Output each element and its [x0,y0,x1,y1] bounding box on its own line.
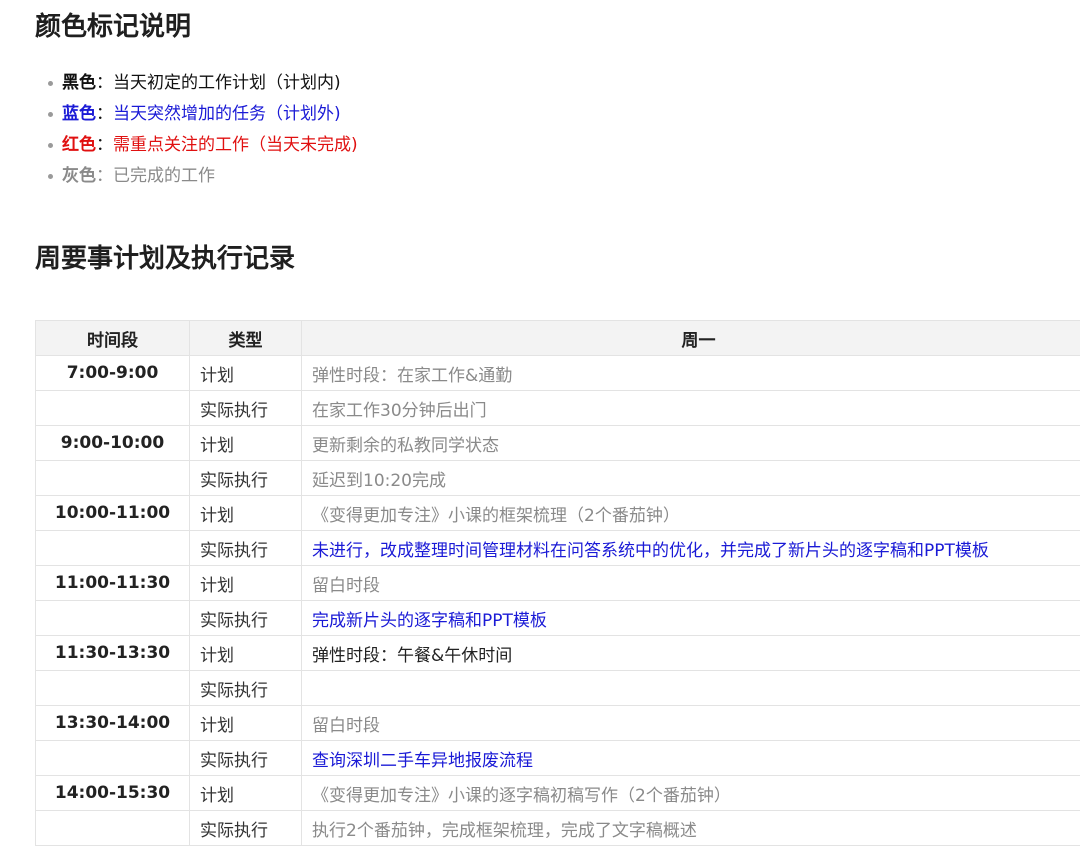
bullet-icon [48,112,53,117]
header-type: 类型 [190,321,302,356]
type-cell: 实际执行 [190,671,302,706]
monday-cell [302,671,1080,706]
table-row: 10:00-11:00计划《变得更加专注》小课的框架梳理（2个番茄钟） [36,496,1080,531]
table-row: 实际执行未进行，改成整理时间管理材料在问答系统中的优化，并完成了新片头的逐字稿和… [36,531,1080,566]
legend-description: 当天突然增加的任务（计划外) [113,104,341,124]
time-slot-cell: 10:00-11:00 [36,496,190,531]
legend-separator: ： [96,73,113,93]
table-row: 11:30-13:30计划弹性时段：午餐&午休时间 [36,636,1080,671]
monday-cell: 未进行，改成整理时间管理材料在问答系统中的优化，并完成了新片头的逐字稿和PPT模… [302,531,1080,566]
table-row: 7:00-9:00计划弹性时段：在家工作&通勤 [36,356,1080,391]
time-slot-cell [36,811,190,846]
type-cell: 计划 [190,566,302,601]
monday-cell: 延迟到10:20完成 [302,461,1080,496]
plan-table: 时间段 类型 周一 7:00-9:00计划弹性时段：在家工作&通勤实际执行在家工… [35,320,1080,846]
legend-color-name: 红色 [62,135,96,155]
monday-cell: 弹性时段：午餐&午休时间 [302,636,1080,671]
type-cell: 计划 [190,496,302,531]
table-row: 实际执行执行2个番茄钟，完成框架梳理，完成了文字稿概述 [36,811,1080,846]
table-row: 实际执行完成新片头的逐字稿和PPT模板 [36,601,1080,636]
type-cell: 计划 [190,356,302,391]
table-row: 9:00-10:00计划更新剩余的私教同学状态 [36,426,1080,461]
type-cell: 计划 [190,426,302,461]
legend-separator: ： [96,166,113,186]
bullet-icon [48,81,53,86]
monday-cell: 弹性时段：在家工作&通勤 [302,356,1080,391]
monday-cell: 完成新片头的逐字稿和PPT模板 [302,601,1080,636]
legend-description: 已完成的工作 [113,166,215,186]
legend-color-name: 灰色 [62,166,96,186]
time-slot-cell: 7:00-9:00 [36,356,190,391]
table-row: 实际执行查询深圳二手车异地报废流程 [36,741,1080,776]
type-cell: 实际执行 [190,811,302,846]
legend-separator: ： [96,135,113,155]
type-cell: 计划 [190,776,302,811]
table-row: 实际执行 [36,671,1080,706]
legend-heading: 颜色标记说明 [35,6,191,43]
time-slot-cell: 14:00-15:30 [36,776,190,811]
table-row: 14:00-15:30计划《变得更加专注》小课的逐字稿初稿写作（2个番茄钟） [36,776,1080,811]
table-row: 11:00-11:30计划留白时段 [36,566,1080,601]
plan-heading: 周要事计划及执行记录 [35,238,295,275]
legend-separator: ： [96,104,113,124]
monday-cell: 留白时段 [302,566,1080,601]
bullet-icon [48,174,53,179]
monday-cell: 《变得更加专注》小课的逐字稿初稿写作（2个番茄钟） [302,776,1080,811]
table-row: 实际执行延迟到10:20完成 [36,461,1080,496]
time-slot-cell: 11:30-13:30 [36,636,190,671]
time-slot-cell [36,391,190,426]
table-row: 13:30-14:00计划留白时段 [36,706,1080,741]
legend-item-blue: 蓝色：当天突然增加的任务（计划外) [48,100,358,131]
monday-cell: 更新剩余的私教同学状态 [302,426,1080,461]
color-legend-list: 黑色：当天初定的工作计划（计划内) 蓝色：当天突然增加的任务（计划外) 红色：需… [48,69,358,193]
monday-cell: 执行2个番茄钟，完成框架梳理，完成了文字稿概述 [302,811,1080,846]
time-slot-cell [36,461,190,496]
monday-cell: 查询深圳二手车异地报废流程 [302,741,1080,776]
monday-cell: 《变得更加专注》小课的框架梳理（2个番茄钟） [302,496,1080,531]
time-slot-cell [36,531,190,566]
table-row: 实际执行在家工作30分钟后出门 [36,391,1080,426]
time-slot-cell: 9:00-10:00 [36,426,190,461]
bullet-icon [48,143,53,148]
header-monday: 周一 [302,321,1080,356]
type-cell: 实际执行 [190,461,302,496]
legend-item-red: 红色：需重点关注的工作（当天未完成) [48,131,358,162]
legend-item-gray: 灰色：已完成的工作 [48,162,358,193]
header-time: 时间段 [36,321,190,356]
type-cell: 实际执行 [190,391,302,426]
time-slot-cell [36,671,190,706]
type-cell: 实际执行 [190,601,302,636]
legend-color-name: 黑色 [62,73,96,93]
type-cell: 实际执行 [190,741,302,776]
time-slot-cell: 11:00-11:30 [36,566,190,601]
type-cell: 计划 [190,636,302,671]
time-slot-cell [36,741,190,776]
table-header-row: 时间段 类型 周一 [36,321,1080,356]
table-body: 7:00-9:00计划弹性时段：在家工作&通勤实际执行在家工作30分钟后出门9:… [36,356,1080,846]
time-slot-cell [36,601,190,636]
monday-cell: 在家工作30分钟后出门 [302,391,1080,426]
monday-cell: 留白时段 [302,706,1080,741]
legend-item-black: 黑色：当天初定的工作计划（计划内) [48,69,358,100]
type-cell: 实际执行 [190,531,302,566]
legend-description: 需重点关注的工作（当天未完成) [113,135,358,155]
time-slot-cell: 13:30-14:00 [36,706,190,741]
type-cell: 计划 [190,706,302,741]
legend-description: 当天初定的工作计划（计划内) [113,73,341,93]
legend-color-name: 蓝色 [62,104,96,124]
